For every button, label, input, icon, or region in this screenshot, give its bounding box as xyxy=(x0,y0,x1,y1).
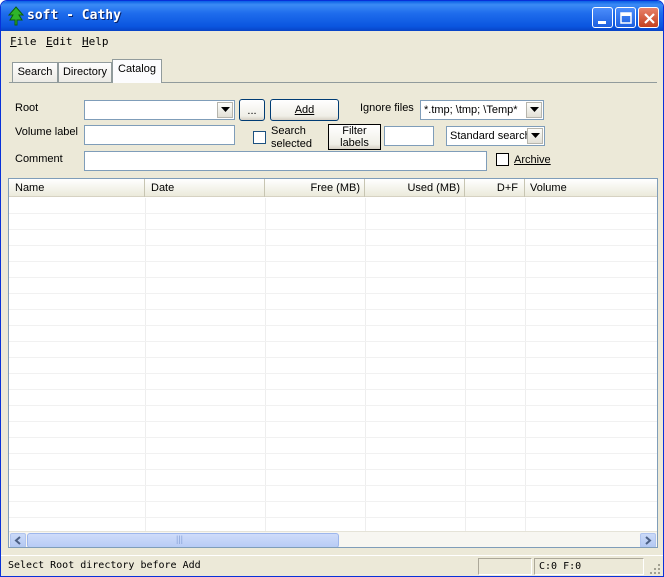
tab-catalog-label: Catalog xyxy=(118,63,156,75)
search-selected-line2: selected xyxy=(271,138,312,150)
horizontal-scrollbar[interactable]: ||| xyxy=(9,531,657,547)
ignore-files-dropdown-button[interactable] xyxy=(526,102,542,118)
ignore-files-value: *.tmp; \tmp; \Temp* xyxy=(424,104,518,116)
search-mode-select[interactable]: Standard search xyxy=(446,126,545,146)
chevron-down-icon xyxy=(531,133,540,138)
comment-input[interactable] xyxy=(84,151,487,171)
arrow-left-icon xyxy=(14,536,21,545)
status-bar: Select Root directory before Add C:0 F:0 xyxy=(1,555,663,576)
menu-edit[interactable]: Edit xyxy=(46,35,73,48)
cathy-app-icon xyxy=(7,6,25,26)
column-header-used[interactable]: Used (MB) xyxy=(365,179,465,197)
ignore-files-label: Ignore files xyxy=(360,102,414,114)
status-counts: C:0 F:0 xyxy=(534,558,644,575)
search-selected-line1: Search xyxy=(271,125,306,137)
title-bar[interactable]: soft - Cathy xyxy=(1,1,663,31)
maximize-button[interactable] xyxy=(615,7,636,28)
volume-label-label: Volume label xyxy=(15,126,78,138)
table-grid xyxy=(9,198,657,531)
close-icon xyxy=(644,13,655,24)
archive-checkbox[interactable] xyxy=(496,153,509,166)
scroll-thumb-grip: ||| xyxy=(176,534,184,544)
column-header-df[interactable]: D+F xyxy=(465,179,525,197)
search-selected-checkbox[interactable] xyxy=(253,131,266,144)
tab-search-label: Search xyxy=(17,66,53,78)
window-title: soft - Cathy xyxy=(27,8,121,23)
column-header-name[interactable]: Name xyxy=(9,179,145,197)
volume-label-input[interactable] xyxy=(84,125,235,145)
chevron-down-icon xyxy=(530,107,539,112)
search-selected-label: Search selected xyxy=(271,125,312,151)
tab-catalog[interactable]: Catalog xyxy=(112,59,162,83)
filter-labels-line2: labels xyxy=(340,137,369,149)
resize-grip-icon[interactable] xyxy=(649,563,661,575)
close-button[interactable] xyxy=(638,7,659,28)
column-header-date[interactable]: Date xyxy=(145,179,265,197)
status-panel-empty xyxy=(478,558,532,575)
maximize-icon xyxy=(620,12,632,24)
table-header: Name Date Free (MB) Used (MB) D+F Volume xyxy=(9,179,657,197)
filter-labels-button[interactable]: Filter labels xyxy=(328,124,381,150)
tab-divider xyxy=(9,82,657,83)
filter-input[interactable] xyxy=(384,126,434,146)
tab-directory-label: Directory xyxy=(62,66,107,78)
add-button[interactable]: Add xyxy=(270,99,339,121)
search-mode-value: Standard search xyxy=(450,130,531,142)
root-label: Root xyxy=(15,102,39,114)
root-combobox[interactable] xyxy=(84,100,235,120)
comment-label: Comment xyxy=(15,153,63,165)
archive-label: Archive xyxy=(514,154,551,166)
scroll-right-button[interactable] xyxy=(640,533,656,547)
status-message: Select Root directory before Add xyxy=(8,560,201,571)
scroll-thumb[interactable]: ||| xyxy=(27,533,339,547)
chevron-down-icon xyxy=(221,107,230,112)
menu-bar: File Edit Help xyxy=(1,31,663,51)
catalog-table[interactable]: Name Date Free (MB) Used (MB) D+F Volume… xyxy=(8,178,658,548)
scroll-left-button[interactable] xyxy=(10,533,26,547)
filter-labels-line1: Filter xyxy=(342,125,367,137)
search-mode-dropdown-button[interactable] xyxy=(527,128,543,144)
column-header-volume[interactable]: Volume xyxy=(525,179,657,197)
tab-directory[interactable]: Directory xyxy=(58,62,112,82)
minimize-button[interactable] xyxy=(592,7,613,28)
minimize-icon xyxy=(598,21,606,24)
menu-file[interactable]: File xyxy=(10,35,37,48)
tab-search[interactable]: Search xyxy=(12,62,58,82)
root-dropdown-button[interactable] xyxy=(217,102,233,118)
column-header-free[interactable]: Free (MB) xyxy=(265,179,365,197)
arrow-right-icon xyxy=(645,536,652,545)
ignore-files-combobox[interactable]: *.tmp; \tmp; \Temp* xyxy=(420,100,544,120)
browse-button[interactable]: ... xyxy=(239,99,265,121)
app-window: soft - Cathy File Edit Help Search Direc… xyxy=(0,0,664,577)
menu-help[interactable]: Help xyxy=(82,35,109,48)
